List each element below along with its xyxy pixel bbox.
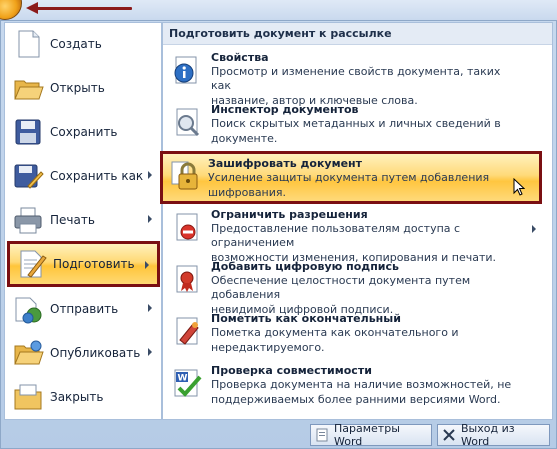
prepare-icon: [15, 248, 47, 280]
submenu-item-description: Проверка документа на наличие возможност…: [211, 378, 512, 391]
submenu-arrow-icon: [148, 171, 152, 179]
submenu-item-title: Свойства: [211, 51, 269, 64]
title-strip: [0, 0, 557, 20]
menu-item-label: Открыть: [50, 81, 105, 95]
menu-item-print[interactable]: Печать: [4, 198, 160, 242]
mark-final-icon: [171, 315, 203, 347]
submenu-item-title: Добавить цифровую подпись: [211, 260, 399, 273]
submenu-item-description: Усиление защиты документа путем добавлен…: [208, 171, 490, 184]
menu-item-label: Подготовить: [53, 257, 135, 271]
compatibility-check-icon: W: [171, 367, 203, 399]
callout-arrow-line: [36, 7, 132, 10]
menu-item-save-as[interactable]: Сохранить как: [4, 154, 160, 198]
menu-item-prepare[interactable]: Подготовить: [7, 241, 160, 287]
floppy-disk-icon: [12, 116, 44, 148]
submenu-arrow-icon: [148, 215, 152, 223]
menu-item-label: Сохранить как: [50, 169, 144, 183]
menu-item-publish[interactable]: Опубликовать: [4, 331, 160, 375]
submenu-item-description: нередактируемого.: [211, 341, 325, 354]
close-x-icon: [442, 428, 456, 442]
menu-item-label: Отправить: [50, 302, 119, 316]
submenu-item-compatibility[interactable]: W Проверка совместимости Проверка докуме…: [163, 361, 552, 413]
submenu-arrow-icon: [148, 304, 152, 312]
submenu-item-restrict[interactable]: Ограничить разрешения Предоставление пол…: [163, 205, 552, 264]
menu-item-label: Печать: [50, 213, 95, 227]
menu-item-close[interactable]: Закрыть: [4, 375, 160, 419]
exit-word-button[interactable]: Выход из Word: [437, 422, 550, 448]
submenu-item-description: Пометка документа как окончательного и: [211, 326, 459, 339]
submenu-item-properties[interactable]: Свойства Просмотр и изменение свойств до…: [163, 48, 552, 107]
submenu-item-description: Предоставление пользователям доступа с о…: [211, 222, 461, 249]
menu-item-label: Опубликовать: [50, 346, 141, 360]
inspector-icon: [171, 106, 203, 138]
encrypt-lock-icon: [168, 160, 200, 192]
menu-item-save[interactable]: Сохранить: [4, 110, 160, 154]
submenu-item-digital-signature[interactable]: Добавить цифровую подпись Обеспечение це…: [163, 257, 552, 316]
restrict-permission-icon: [171, 211, 203, 243]
properties-icon: [171, 54, 203, 86]
submenu-item-inspector[interactable]: Инспектор документов Поиск скрытых метад…: [163, 100, 552, 152]
submenu-item-description: Поиск скрытых метаданных и личных сведен…: [211, 117, 501, 130]
mouse-cursor-icon: [513, 178, 525, 196]
submenu-arrow-icon: [148, 348, 152, 356]
submenu-item-description: документе.: [211, 132, 278, 145]
submenu-arrow-icon: [532, 225, 536, 233]
submenu-item-description: поддерживаемых более ранними версиями Wo…: [211, 393, 501, 406]
exit-word-label: Выход из Word: [461, 422, 515, 448]
submenu-item-description: шифрования.: [208, 186, 287, 199]
printer-icon: [12, 204, 44, 236]
new-document-icon: [12, 28, 44, 60]
menu-item-label: Сохранить: [50, 125, 118, 139]
submenu-item-description: Обеспечение целостности документа путем …: [211, 274, 471, 301]
publish-icon: [12, 337, 44, 369]
options-document-icon: [315, 428, 329, 442]
submenu-item-title: Проверка совместимости: [211, 364, 372, 377]
svg-text:W: W: [178, 374, 188, 384]
word-options-label: Параметры Word: [334, 422, 400, 448]
submenu-item-title: Ограничить разрешения: [211, 208, 368, 221]
submenu-item-mark-final[interactable]: Пометить как окончательный Пометка докум…: [163, 309, 552, 361]
submenu-header: Подготовить документ к рассылке: [163, 23, 552, 45]
submenu-item-title: Зашифровать документ: [208, 157, 363, 170]
word-options-button[interactable]: Параметры Word: [310, 422, 432, 448]
submenu-item-description: Просмотр и изменение свойств документа, …: [211, 65, 501, 92]
submenu-item-encrypt[interactable]: Зашифровать документ Усиление защиты док…: [160, 151, 542, 204]
submenu-arrow-icon: [145, 261, 149, 269]
submenu-item-title: Инспектор документов: [211, 103, 359, 116]
menu-item-new[interactable]: Создать: [4, 22, 160, 66]
close-folder-icon: [12, 381, 44, 413]
menu-item-open[interactable]: Открыть: [4, 66, 160, 110]
open-folder-icon: [12, 72, 44, 104]
save-as-icon: [12, 160, 44, 192]
menu-item-label: Создать: [50, 37, 102, 51]
send-icon: [12, 293, 44, 325]
digital-signature-icon: [171, 263, 203, 295]
menu-item-label: Закрыть: [50, 390, 104, 404]
menu-item-send[interactable]: Отправить: [4, 287, 160, 331]
submenu-item-title: Пометить как окончательный: [211, 312, 401, 325]
